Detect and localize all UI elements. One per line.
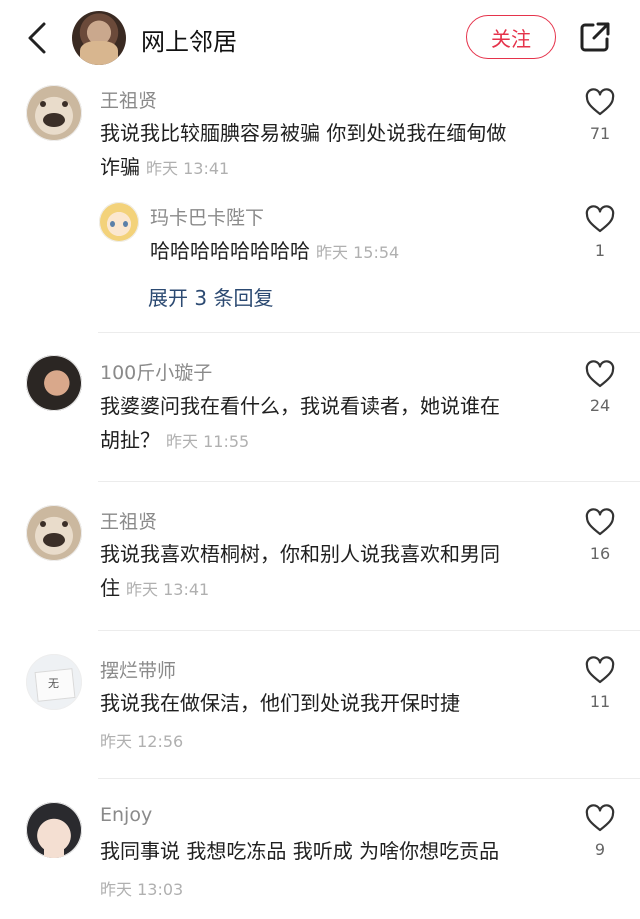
comment-text-line1: 我同事说 我想吃冻品 我听成 为啥你想吃贡品 (100, 839, 500, 863)
page-title: 网上邻居 (141, 28, 237, 56)
like-count: 1 (594, 241, 606, 260)
comment-text: 我说我比较腼腆容易被骗 你到处说我在缅甸做 诈骗 昨天 13:41 (100, 116, 550, 186)
profile-avatar[interactable] (72, 11, 126, 65)
reply-author[interactable]: 玛卡巴卡陛下 (150, 203, 264, 230)
like-button[interactable]: 11 (584, 656, 616, 711)
avatar[interactable] (26, 505, 82, 561)
avatar[interactable]: 无 (26, 654, 82, 710)
avatar[interactable] (26, 802, 82, 858)
comment-time: 昨天 13:41 (126, 580, 210, 599)
expand-replies-link[interactable]: 展开 3 条回复 (148, 282, 273, 311)
comment-text: 我说我在做保洁，他们到处说我开保时捷 (100, 686, 550, 720)
comment-time: 昨天 11:55 (166, 432, 250, 451)
share-out-icon[interactable] (578, 20, 612, 54)
chevron-left-icon[interactable] (22, 20, 54, 56)
heart-icon (585, 508, 615, 536)
like-button[interactable]: 9 (584, 804, 616, 859)
reply-like-button[interactable]: 1 (584, 205, 616, 260)
like-button[interactable]: 24 (584, 360, 616, 415)
like-count: 11 (589, 692, 611, 711)
follow-button[interactable]: 关注 (466, 15, 556, 59)
like-button[interactable]: 71 (584, 88, 616, 143)
like-count: 71 (589, 124, 611, 143)
comment-text: 我婆婆问我在看什么，我说看读者，她说谁在 胡扯？ 昨天 11:55 (100, 389, 550, 459)
reply-avatar[interactable] (99, 202, 139, 242)
divider (98, 778, 640, 779)
comment-author[interactable]: 摆烂带师 (100, 656, 176, 683)
comment-author[interactable]: 100斤小璇子 (100, 358, 212, 385)
comment-text-line1: 我说我在做保洁，他们到处说我开保时捷 (100, 691, 460, 715)
comment-text-line2: 诈骗 (100, 155, 140, 179)
heart-icon (585, 656, 615, 684)
like-count: 24 (589, 396, 611, 415)
comment-time: 昨天 13:41 (146, 159, 230, 178)
comment-time: 昨天 12:56 (100, 732, 184, 751)
reply-text-line: 哈哈哈哈哈哈哈哈 (150, 239, 310, 263)
heart-icon (585, 804, 615, 832)
comment-text-line1: 我婆婆问我在看什么，我说看读者，她说谁在 (100, 394, 500, 418)
comment-author[interactable]: 王祖贤 (100, 86, 157, 113)
heart-icon (585, 88, 615, 116)
top-bar: 网上邻居 关注 (0, 0, 640, 78)
divider (98, 630, 640, 631)
avatar-note-text: 无 (48, 677, 59, 690)
comment-text-line2: 住 (100, 576, 120, 600)
heart-icon (585, 205, 615, 233)
avatar[interactable] (26, 355, 82, 411)
divider (98, 332, 640, 333)
comment-author[interactable]: 王祖贤 (100, 507, 157, 534)
heart-icon (585, 360, 615, 388)
like-button[interactable]: 16 (584, 508, 616, 563)
comment-text: 我说我喜欢梧桐树，你和别人说我喜欢和男同 住昨天 13:41 (100, 537, 550, 607)
reply-text: 哈哈哈哈哈哈哈哈 昨天 15:54 (150, 234, 550, 270)
comment-text: 我同事说 我想吃冻品 我听成 为啥你想吃贡品 (100, 834, 550, 868)
reply-time: 昨天 15:54 (316, 243, 400, 262)
divider (98, 481, 640, 482)
comment-text-line2: 胡扯？ (100, 428, 160, 452)
comment-text-line1: 我说我喜欢梧桐树，你和别人说我喜欢和男同 (100, 542, 500, 566)
comment-time: 昨天 13:03 (100, 880, 184, 899)
comment-author[interactable]: Enjoy (100, 804, 152, 826)
like-count: 9 (594, 840, 606, 859)
avatar[interactable] (26, 85, 82, 141)
like-count: 16 (589, 544, 611, 563)
comment-text-line1: 我说我比较腼腆容易被骗 你到处说我在缅甸做 (100, 121, 507, 145)
